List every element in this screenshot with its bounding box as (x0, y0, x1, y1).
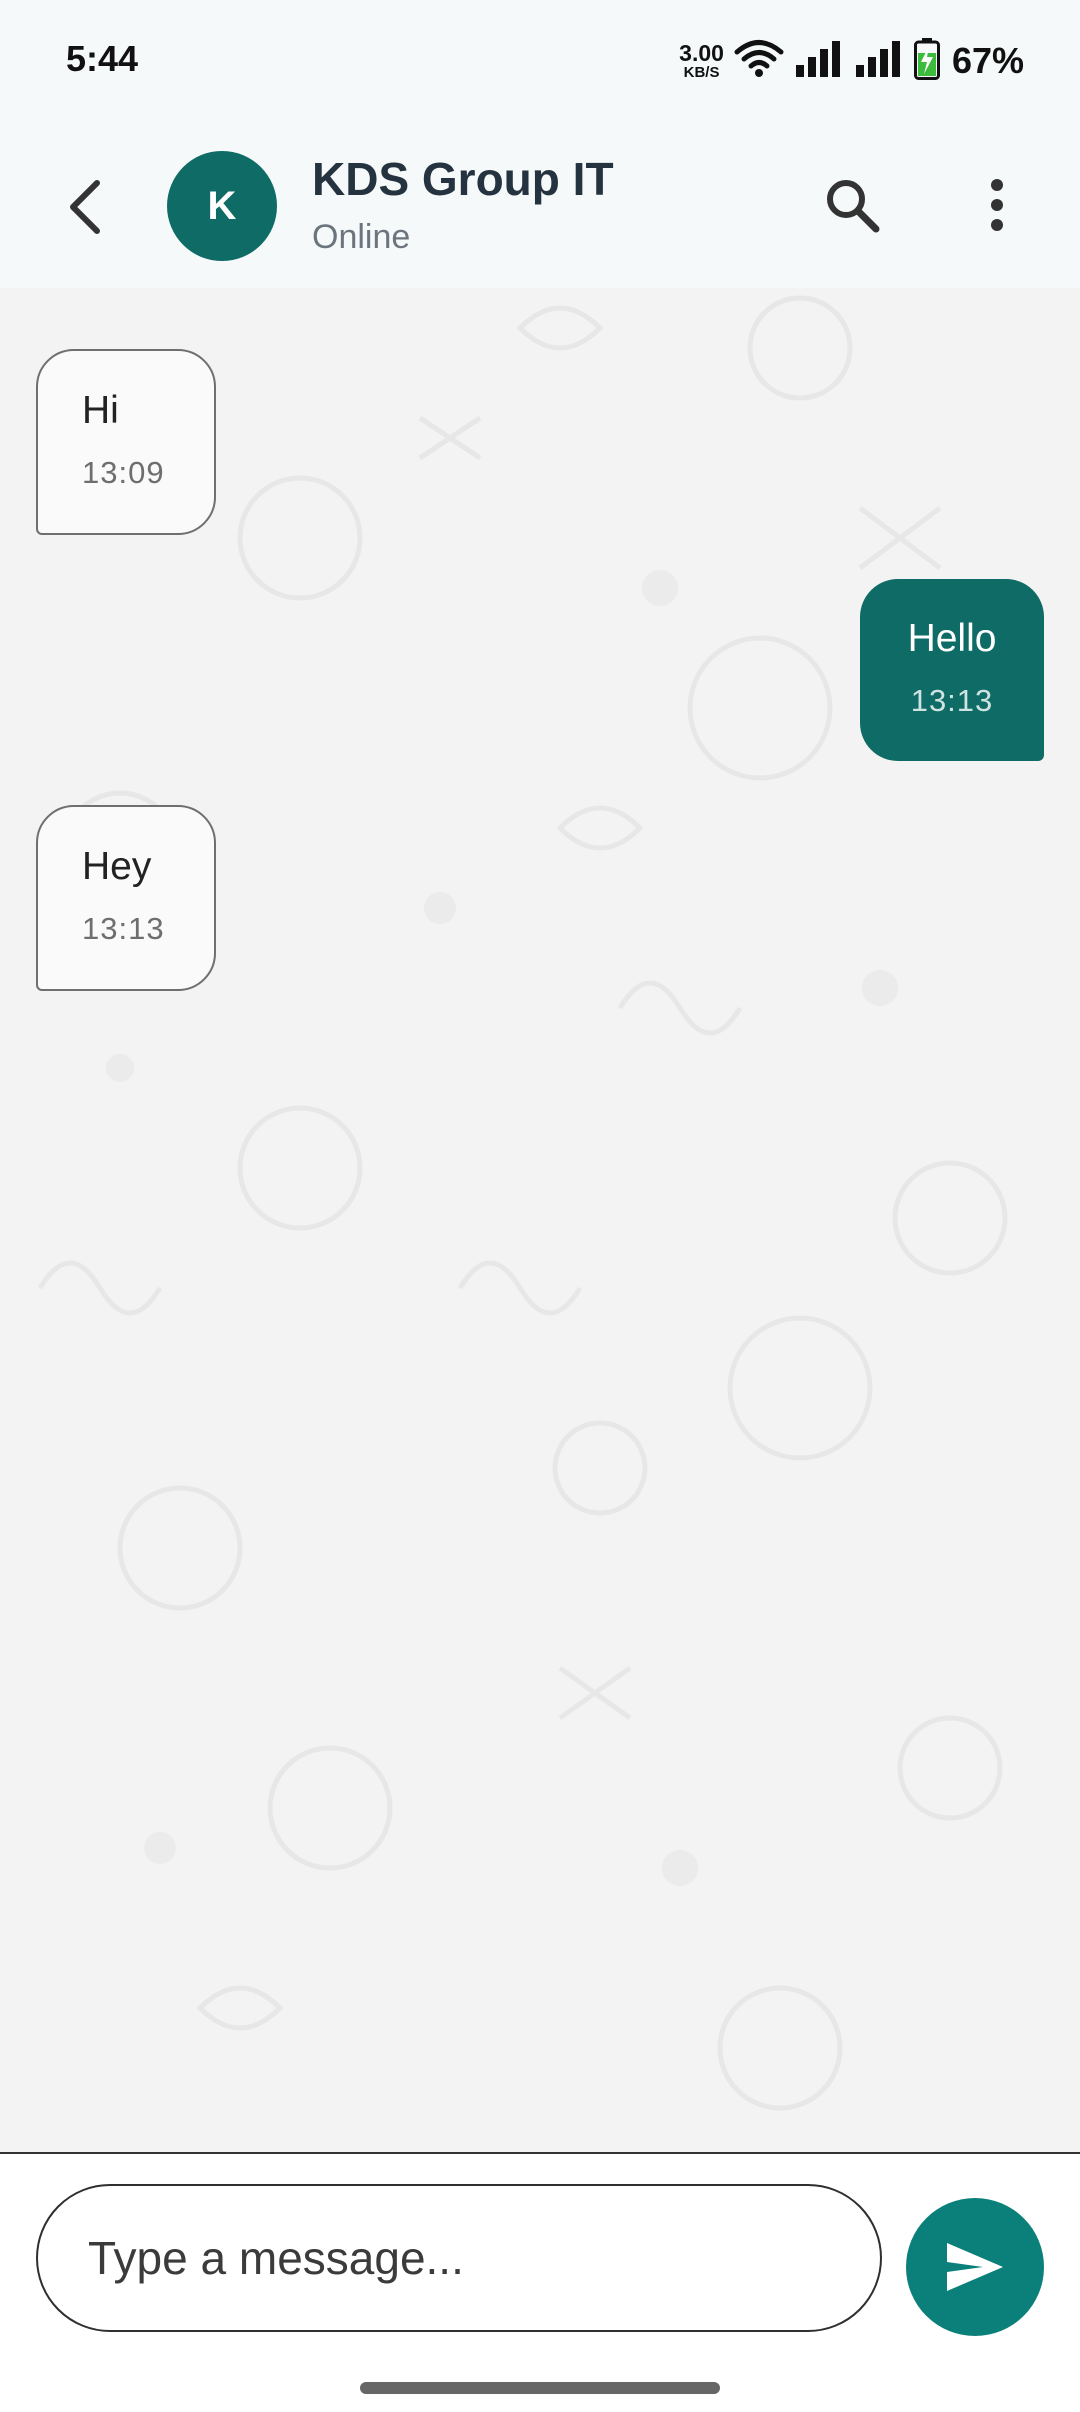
composer-bar (0, 2152, 1080, 2412)
message-text: Hi (82, 389, 119, 432)
chevron-left-icon (70, 180, 100, 234)
home-indicator[interactable] (360, 2382, 720, 2394)
signal-icon-2 (854, 39, 904, 84)
chat-title[interactable]: KDS Group IT (312, 152, 614, 206)
battery-percent: 67% (951, 40, 1024, 81)
battery-charging-icon (913, 37, 940, 85)
send-icon (947, 2243, 1003, 2291)
message-text: Hey (82, 845, 152, 888)
message-input[interactable] (36, 2184, 882, 2332)
network-speed: 3.00 KB/S (679, 40, 724, 81)
message-bubble-incoming[interactable]: Hi 13:09 (36, 349, 216, 535)
avatar[interactable]: K (167, 151, 277, 261)
network-speed-value: 3.00 (679, 40, 724, 66)
search-icon (827, 180, 880, 233)
more-vertical-icon (991, 179, 1003, 231)
status-time: 5:44 (66, 38, 139, 79)
network-speed-unit: KB/S (683, 64, 720, 81)
signal-icon (794, 39, 844, 84)
status-icons: 3.00 KB/S 67% (679, 36, 1024, 86)
send-button[interactable] (906, 2198, 1044, 2336)
message-bubble-outgoing[interactable]: Hello 13:13 (860, 579, 1044, 761)
message-text: Hello (907, 617, 997, 660)
chat-header: K KDS Group IT Online (0, 126, 1080, 288)
message-time: 13:13 (910, 683, 994, 718)
message-bubble-incoming[interactable]: Hey 13:13 (36, 805, 216, 991)
message-time: 13:09 (82, 455, 165, 490)
chat-wallpaper (37, 295, 1008, 2111)
more-options-button[interactable] (960, 168, 1034, 242)
wifi-icon (734, 39, 784, 84)
message-time: 13:13 (82, 911, 165, 946)
chat-status: Online (312, 218, 411, 256)
back-button[interactable] (50, 172, 120, 242)
search-button[interactable] (815, 168, 889, 242)
status-bar: 5:44 3.00 KB/S 67% (0, 0, 1080, 126)
message-list[interactable]: Hi 13:09 Hello 13:13 Hey 13:13 (0, 288, 1080, 2152)
